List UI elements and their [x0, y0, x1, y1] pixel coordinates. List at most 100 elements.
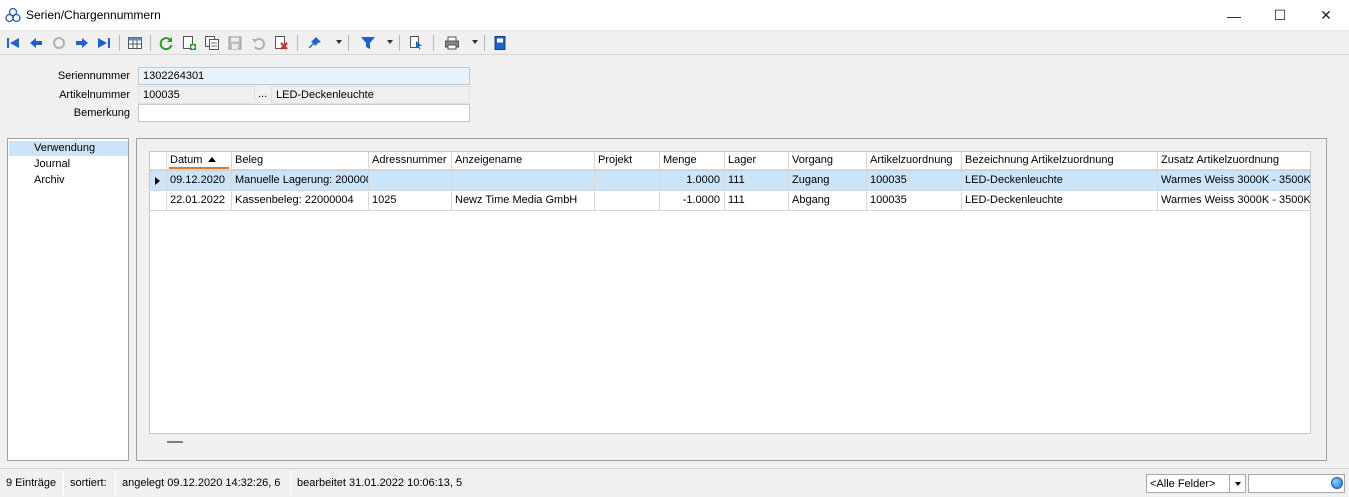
- toolbar-separator: [399, 35, 400, 51]
- column-header-projekt[interactable]: Projekt: [595, 152, 660, 170]
- cell-adressnummer[interactable]: 1025: [369, 191, 452, 211]
- cell-lager[interactable]: 111: [725, 171, 789, 191]
- table-view-icon[interactable]: [126, 34, 144, 52]
- toolbar-separator: [297, 35, 298, 51]
- status-divider: [290, 471, 291, 496]
- bemerkung-label: Bemerkung: [73, 107, 130, 119]
- window-title: Serien/Chargennummern: [26, 8, 161, 22]
- cell-anzeigename[interactable]: Newz Time Media GmbH: [452, 191, 595, 211]
- close-button[interactable]: ✕: [1303, 0, 1349, 31]
- cell-projekt[interactable]: [595, 191, 660, 211]
- pin-dropdown-icon[interactable]: [336, 40, 342, 44]
- filter-dropdown-icon[interactable]: [387, 40, 393, 44]
- status-divider: [115, 471, 116, 496]
- filter-icon[interactable]: [359, 34, 377, 52]
- cell-beleg[interactable]: Manuelle Lagerung: 20000001: [232, 171, 369, 191]
- cell-anzeigename[interactable]: [452, 171, 595, 191]
- column-header-menge[interactable]: Menge: [660, 152, 725, 170]
- column-header-beleg[interactable]: Beleg: [232, 152, 369, 170]
- minimize-button[interactable]: —: [1211, 0, 1257, 31]
- save-icon[interactable]: [226, 34, 244, 52]
- artikel-lookup-button[interactable]: ...: [258, 88, 267, 100]
- bemerkung-field[interactable]: [138, 104, 470, 122]
- new-record-icon[interactable]: [180, 34, 198, 52]
- cell-menge[interactable]: 1.0000: [660, 171, 725, 191]
- column-header-label: Datum: [170, 154, 203, 166]
- table-row[interactable]: 22.01.2022 Kassenbeleg: 22000004 1025 Ne…: [150, 191, 1310, 211]
- column-header-vorgang[interactable]: Vorgang: [789, 152, 867, 170]
- delete-icon[interactable]: [272, 34, 290, 52]
- created-status: angelegt 09.12.2020 14:32:26, 6: [122, 477, 281, 489]
- cell-projekt[interactable]: [595, 171, 660, 191]
- column-header-artikelzuordnung[interactable]: Artikelzuordnung: [867, 152, 962, 170]
- column-header-datum[interactable]: Datum: [167, 152, 232, 170]
- cell-zusatz-artikelzuordnung[interactable]: Warmes Weiss 3000K - 3500K: [1158, 171, 1310, 191]
- cell-datum[interactable]: 22.01.2022: [167, 191, 232, 211]
- toolbar-separator: [348, 35, 349, 51]
- horizontal-scrollbar[interactable]: [167, 441, 183, 443]
- nav-item-archiv[interactable]: Archiv: [9, 173, 128, 188]
- row-selector[interactable]: [150, 171, 167, 191]
- cell-menge[interactable]: -1.0000: [660, 191, 725, 211]
- next-record-icon[interactable]: [73, 34, 91, 52]
- row-selector[interactable]: [150, 191, 167, 211]
- last-record-icon[interactable]: [95, 34, 113, 52]
- title-bar: Serien/Chargennummern — ☐ ✕: [0, 0, 1349, 31]
- globe-search-icon[interactable]: [1331, 477, 1343, 489]
- table-row[interactable]: 09.12.2020 Manuelle Lagerung: 20000001 1…: [150, 171, 1310, 191]
- refresh-disabled-icon: [50, 34, 68, 52]
- artikelnummer-field[interactable]: 100035: [138, 86, 255, 104]
- column-header-anzeigename[interactable]: Anzeigename: [452, 152, 595, 170]
- cell-artikelzuordnung[interactable]: 100035: [867, 171, 962, 191]
- chevron-down-icon: [1234, 481, 1241, 486]
- toolbar-separator: [484, 35, 485, 51]
- minimize-icon: —: [1227, 7, 1241, 24]
- seriennummer-label: Seriennummer: [57, 70, 130, 82]
- column-header-zusatz-artikelzuordnung[interactable]: Zusatz Artikelzuordnung: [1158, 152, 1310, 170]
- cell-adressnummer[interactable]: [369, 171, 452, 191]
- bookmark-icon[interactable]: [491, 34, 509, 52]
- maximize-button[interactable]: ☐: [1257, 0, 1303, 31]
- sort-indicator-line: [169, 167, 229, 169]
- record-count: 9 Einträge: [6, 477, 57, 489]
- column-header-bezeichnung-artikelzuordnung[interactable]: Bezeichnung Artikelzuordnung: [962, 152, 1158, 170]
- cell-artikelzuordnung[interactable]: 100035: [867, 191, 962, 211]
- undo-icon[interactable]: [249, 34, 267, 52]
- cell-vorgang[interactable]: Zugang: [789, 171, 867, 191]
- nav-item-journal[interactable]: Journal: [9, 157, 128, 172]
- cell-lager[interactable]: 111: [725, 191, 789, 211]
- close-icon: ✕: [1320, 7, 1332, 23]
- print-dropdown-icon[interactable]: [472, 40, 478, 44]
- column-header-lager[interactable]: Lager: [725, 152, 789, 170]
- first-record-icon[interactable]: [4, 34, 22, 52]
- cell-vorgang[interactable]: Abgang: [789, 191, 867, 211]
- artikel-bezeichnung-field: LED-Deckenleuchte: [271, 86, 470, 104]
- sort-status: sortiert:: [70, 477, 107, 489]
- seriennummer-field[interactable]: 1302264301: [138, 67, 470, 85]
- usage-table: Datum Beleg Adressnummer Anzeigename Pro…: [149, 151, 1311, 434]
- table-header: Datum Beleg Adressnummer Anzeigename Pro…: [150, 152, 1310, 171]
- copy-record-icon[interactable]: [203, 34, 221, 52]
- toolbar-separator: [119, 35, 120, 51]
- cell-datum[interactable]: 09.12.2020: [167, 171, 232, 191]
- cell-zusatz-artikelzuordnung[interactable]: Warmes Weiss 3000K - 3500K: [1158, 191, 1310, 211]
- reload-icon[interactable]: [157, 34, 175, 52]
- previous-record-icon[interactable]: [27, 34, 45, 52]
- search-field-dropdown-button[interactable]: [1229, 474, 1246, 493]
- edited-status: bearbeitet 31.01.2022 10:06:13, 5: [297, 477, 463, 489]
- toolbar: [0, 31, 1349, 55]
- sort-ascending-icon: [208, 157, 217, 162]
- grid-panel: Datum Beleg Adressnummer Anzeigename Pro…: [136, 138, 1327, 461]
- cell-bezeichnung-artikelzuordnung[interactable]: LED-Deckenleuchte: [962, 171, 1158, 191]
- print-icon[interactable]: [443, 34, 461, 52]
- nav-item-verwendung[interactable]: Verwendung: [9, 141, 128, 156]
- cell-bezeichnung-artikelzuordnung[interactable]: LED-Deckenleuchte: [962, 191, 1158, 211]
- cell-beleg[interactable]: Kassenbeleg: 22000004: [232, 191, 369, 211]
- column-header-adressnummer[interactable]: Adressnummer: [369, 152, 452, 170]
- current-row-icon: [155, 177, 160, 185]
- status-bar: 9 Einträge sortiert: angelegt 09.12.2020…: [0, 468, 1349, 497]
- pin-icon[interactable]: [306, 34, 324, 52]
- row-selector-header: [150, 152, 167, 170]
- search-in-list-icon[interactable]: [407, 34, 425, 52]
- toolbar-separator: [433, 35, 434, 51]
